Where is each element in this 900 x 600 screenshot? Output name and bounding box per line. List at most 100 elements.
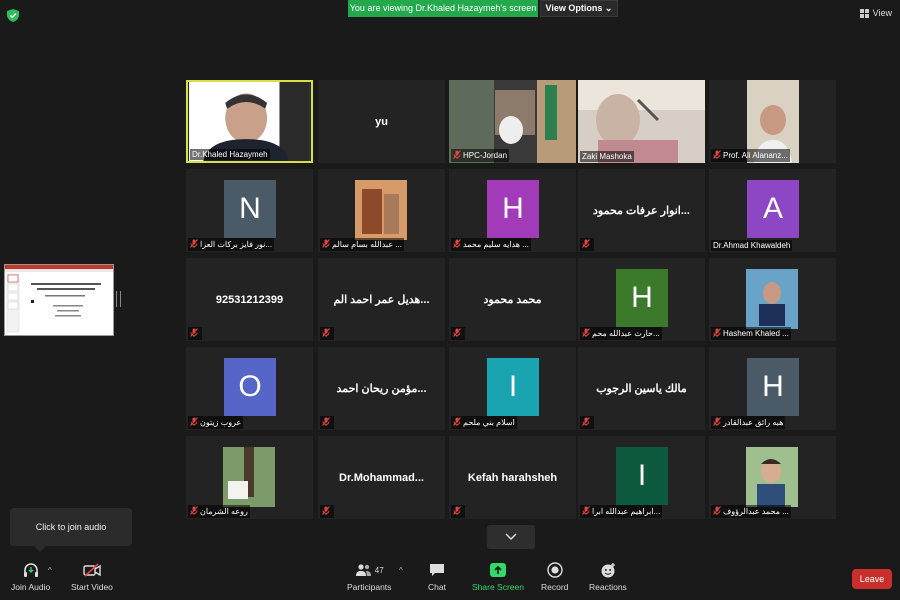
- start-video-button[interactable]: Start Video: [71, 562, 113, 592]
- record-button[interactable]: Record: [541, 562, 568, 592]
- participants-button[interactable]: 47 Participants: [347, 562, 391, 592]
- participant-name-label: عروب زيتون: [188, 416, 244, 429]
- microphone-muted-icon: [713, 506, 721, 517]
- participant-name-label: حارث عبدالله محم...: [580, 327, 662, 340]
- participant-tile[interactable]: 92531212399: [186, 258, 313, 341]
- participant-name-label: Zaki Mashoka: [580, 151, 634, 162]
- participant-name-label: [320, 505, 334, 518]
- participant-count: 47: [374, 565, 384, 575]
- chat-button[interactable]: Chat: [428, 562, 446, 592]
- participant-tile[interactable]: Zaki Mashoka: [578, 80, 705, 163]
- share-screen-icon: [489, 562, 507, 578]
- participant-tile[interactable]: HPC-Jordan: [449, 80, 576, 163]
- participant-display-name: Dr.Mohammad...: [339, 471, 424, 484]
- participant-name: ابراهيم عبدالله ابرا...: [592, 507, 661, 516]
- participant-name-label: Prof. Ali Alananz...: [711, 149, 790, 162]
- microphone-muted-icon: [322, 328, 330, 339]
- chevron-down-icon: [505, 533, 517, 541]
- security-shield-icon[interactable]: [7, 9, 19, 22]
- participant-tile[interactable]: I اسلام بني ملحم: [449, 347, 576, 430]
- participant-tile[interactable]: O عروب زيتون: [186, 347, 313, 430]
- chevron-down-icon: ⌄: [604, 3, 613, 13]
- participant-name-label: هبه رائق عبدالقادر: [711, 416, 786, 429]
- participant-name-label: عبدالله بسام سالم ...: [320, 238, 404, 251]
- participant-display-name: مؤمن ريحان احمد...: [336, 383, 427, 395]
- chat-label: Chat: [428, 582, 446, 592]
- microphone-muted-icon: [190, 239, 198, 250]
- reactions-button[interactable]: Reactions: [589, 562, 627, 592]
- participant-tile[interactable]: I ابراهيم عبدالله ابرا...: [578, 436, 705, 519]
- participant-tile[interactable]: Hashem Khaled ...: [709, 258, 836, 341]
- video-off-icon: [83, 562, 101, 578]
- share-screen-button[interactable]: Share Screen: [472, 562, 524, 592]
- participant-display-name: 92531212399: [215, 293, 284, 306]
- record-icon: [546, 562, 564, 578]
- participant-tile[interactable]: عبدالله بسام سالم ...: [318, 169, 445, 252]
- participant-tile[interactable]: محمد عبدالرؤوف ...: [709, 436, 836, 519]
- participant-name-label: Hashem Khaled ...: [711, 327, 791, 340]
- view-button[interactable]: View: [859, 8, 892, 18]
- participant-name: HPC-Jordan: [463, 151, 508, 160]
- participant-name: Prof. Ali Alananz...: [723, 151, 788, 160]
- microphone-muted-icon: [190, 506, 198, 517]
- participant-name-label: [320, 327, 334, 340]
- participant-tile[interactable]: انوار عرفات محمود...: [578, 169, 705, 252]
- participant-tile[interactable]: Prof. Ali Alananz...: [709, 80, 836, 163]
- join-audio-tooltip: Click to join audio: [10, 508, 132, 552]
- participant-avatar: N: [224, 180, 276, 238]
- participant-tile[interactable]: مالك ياسين الرجوب: [578, 347, 705, 430]
- microphone-muted-icon: [582, 417, 590, 428]
- participant-name-label: [188, 327, 202, 340]
- leave-button[interactable]: Leave: [852, 569, 892, 589]
- microphone-muted-icon: [322, 417, 330, 428]
- participant-name-label: نور فايز بركات العزا...: [188, 238, 275, 251]
- participant-tile[interactable]: Dr.Khaled Hazaymeh: [186, 80, 313, 163]
- participant-name-label: [451, 505, 465, 518]
- microphone-muted-icon: [713, 150, 721, 161]
- participant-name: Dr.Khaled Hazaymeh: [192, 150, 268, 159]
- participant-avatar: I: [616, 447, 668, 505]
- participant-tile[interactable]: مؤمن ريحان احمد...: [318, 347, 445, 430]
- microphone-muted-icon: [453, 506, 461, 517]
- shared-screen-thumbnail[interactable]: [4, 264, 114, 336]
- participants-options-caret-icon[interactable]: ^: [399, 566, 403, 575]
- participant-name-label: اسلام بني ملحم: [451, 416, 517, 429]
- microphone-muted-icon: [713, 417, 721, 428]
- participant-tile[interactable]: H حارث عبدالله محم...: [578, 258, 705, 341]
- participant-name: حارث عبدالله محم...: [592, 329, 660, 338]
- participant-tile[interactable]: H هبه رائق عبدالقادر: [709, 347, 836, 430]
- participant-tile[interactable]: Kefah harahsheh: [449, 436, 576, 519]
- microphone-muted-icon: [322, 506, 330, 517]
- panel-resize-handle[interactable]: [116, 291, 121, 307]
- participant-avatar: O: [224, 358, 276, 416]
- microphone-muted-icon: [453, 417, 461, 428]
- participant-tile[interactable]: محمد محمود: [449, 258, 576, 341]
- next-page-button[interactable]: [487, 525, 535, 549]
- participant-name-label: [580, 416, 594, 429]
- participant-display-name: هديل عمر احمد الم...: [333, 294, 430, 306]
- participant-avatar: H: [616, 269, 668, 327]
- grid-view-icon: [859, 8, 869, 18]
- participant-name: عروب زيتون: [200, 418, 242, 427]
- microphone-muted-icon: [322, 239, 330, 250]
- microphone-muted-icon: [190, 328, 198, 339]
- participant-tile[interactable]: H هدايه سليم محمد ...: [449, 169, 576, 252]
- participant-name: نور فايز بركات العزا...: [200, 240, 273, 249]
- audio-options-caret-icon[interactable]: ^: [48, 566, 52, 575]
- participant-tile[interactable]: yu: [318, 80, 445, 163]
- view-options-button[interactable]: View Options ⌄: [540, 0, 618, 17]
- microphone-muted-icon: [453, 239, 461, 250]
- reactions-label: Reactions: [589, 582, 627, 592]
- participant-tile[interactable]: A Dr.Ahmad Khawaldeh: [709, 169, 836, 252]
- headphones-icon: [22, 562, 40, 578]
- participant-name-label: HPC-Jordan: [451, 149, 510, 162]
- participant-name: هبه رائق عبدالقادر: [723, 418, 784, 427]
- participant-tile[interactable]: Dr.Mohammad...: [318, 436, 445, 519]
- join-audio-button[interactable]: Join Audio: [11, 562, 50, 592]
- participant-name: Hashem Khaled ...: [723, 329, 789, 338]
- participant-tile[interactable]: روعه الشرمان: [186, 436, 313, 519]
- participant-name: روعه الشرمان: [200, 507, 248, 516]
- participant-name: Zaki Mashoka: [582, 152, 632, 161]
- participant-tile[interactable]: هديل عمر احمد الم...: [318, 258, 445, 341]
- participant-tile[interactable]: N نور فايز بركات العزا...: [186, 169, 313, 252]
